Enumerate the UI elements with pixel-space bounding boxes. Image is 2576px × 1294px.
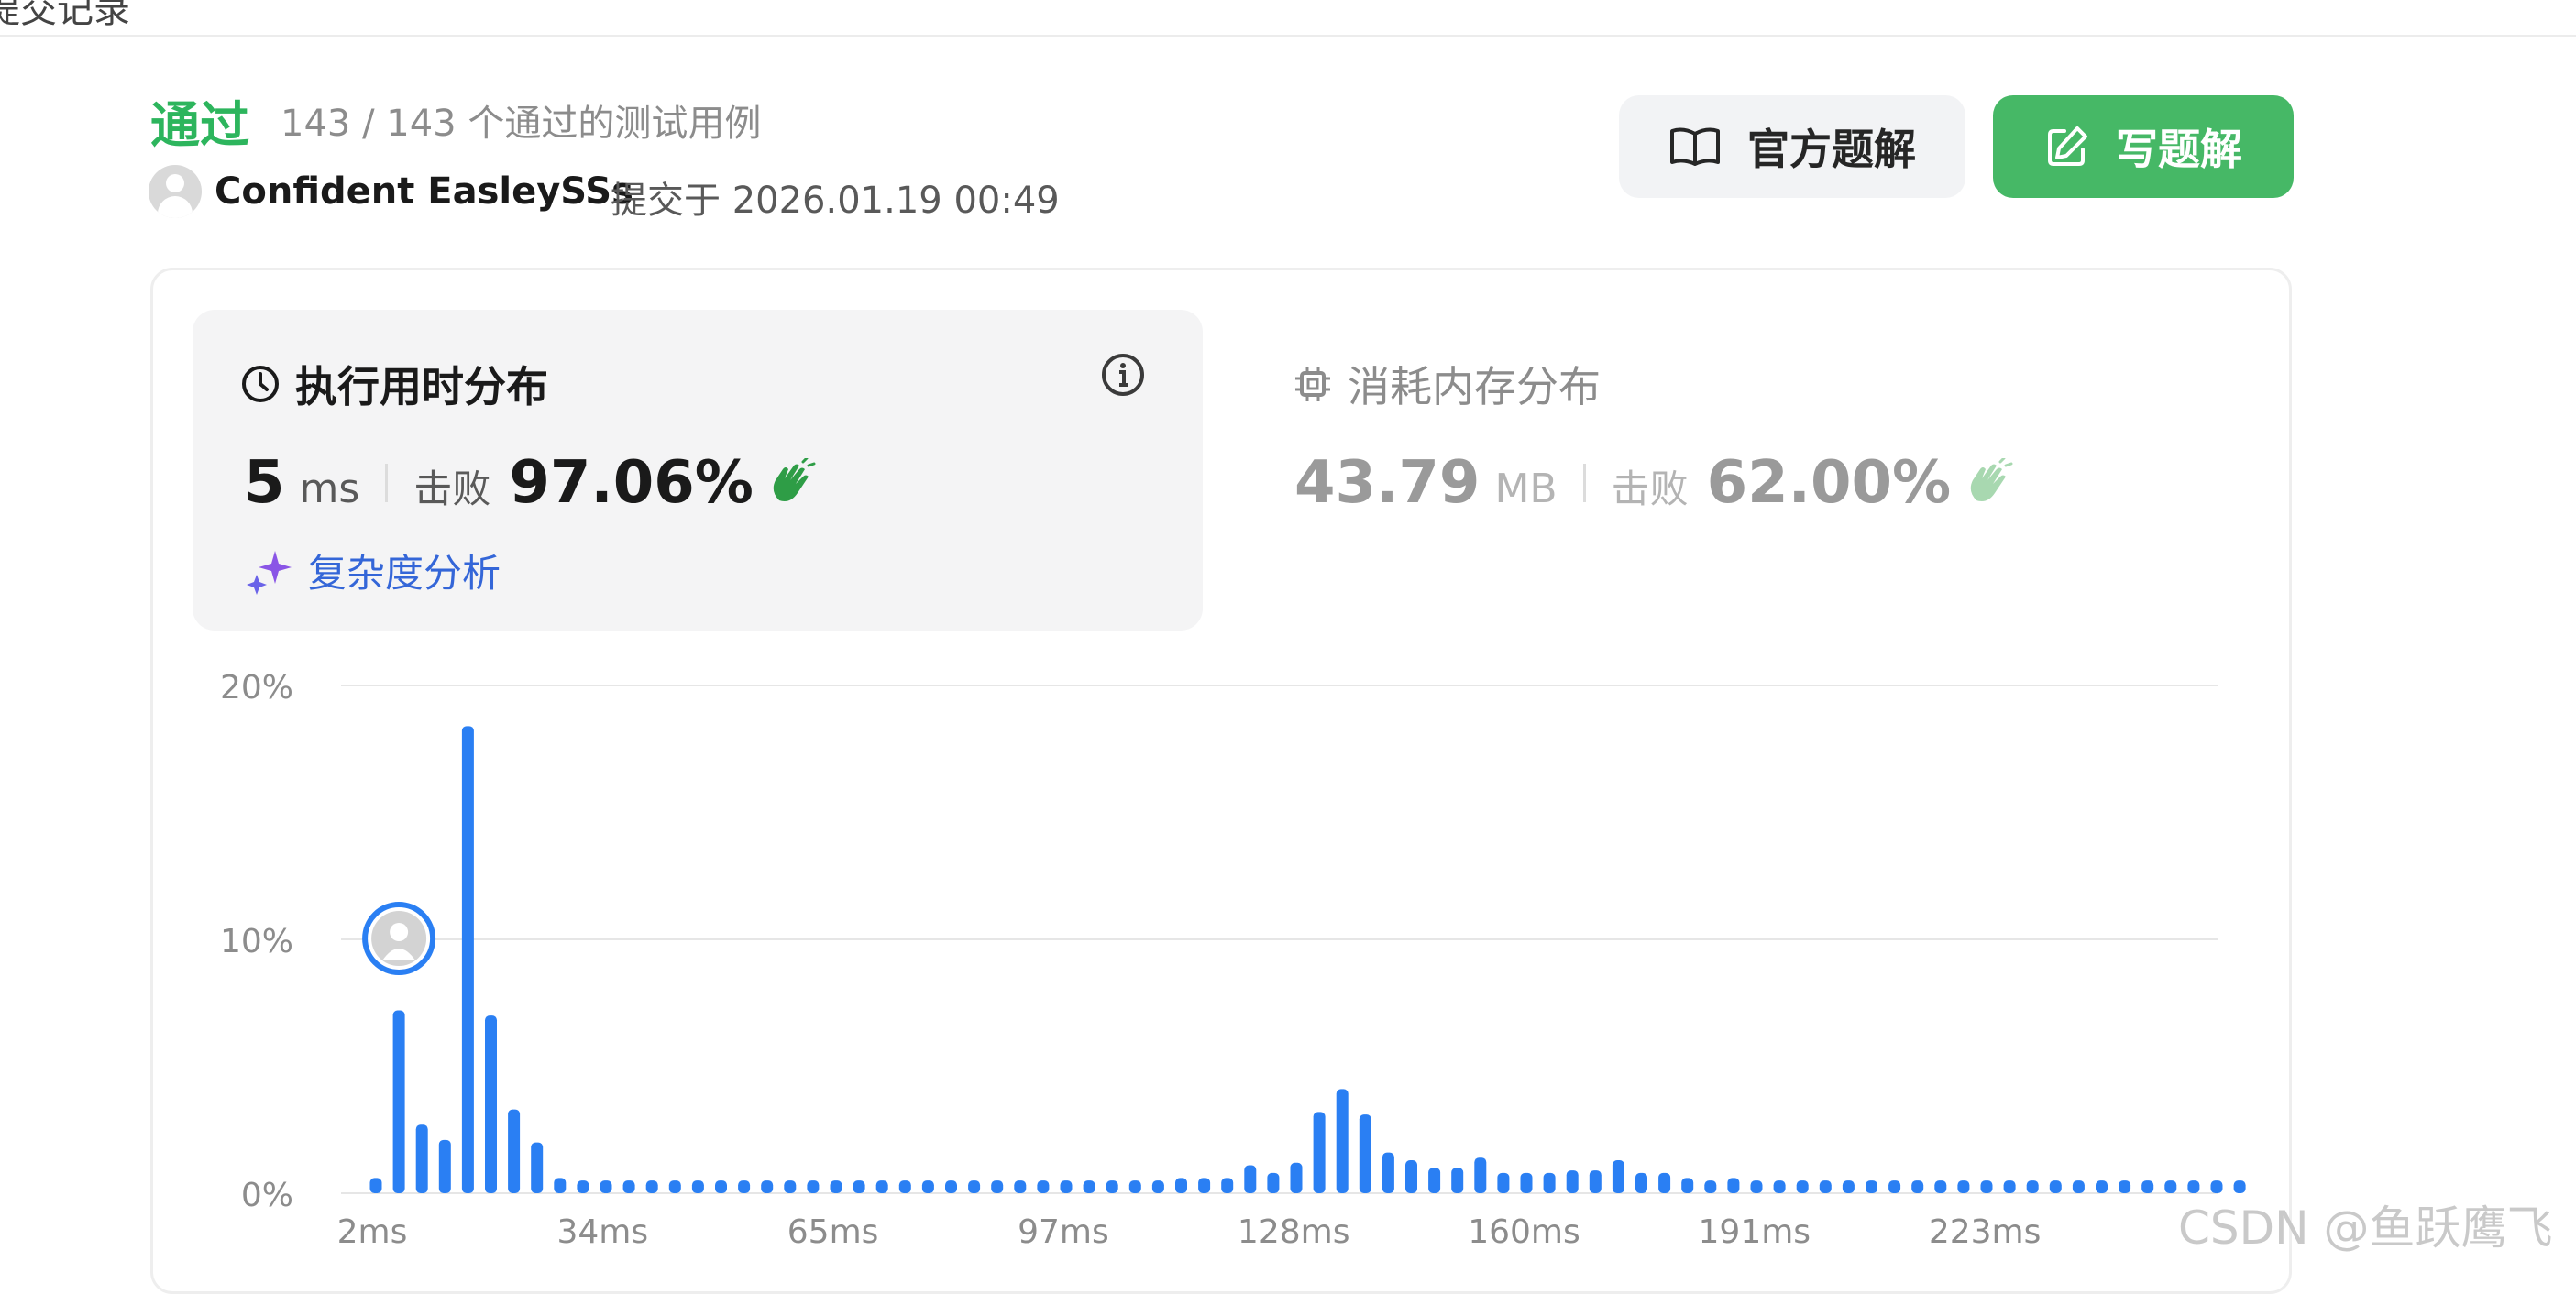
x-tick-label: 97ms: [1018, 1213, 1109, 1251]
y-tick-label: 10%: [220, 923, 293, 960]
chart-bar[interactable]: [1151, 1180, 1164, 1193]
chart-bar[interactable]: [1819, 1180, 1832, 1193]
x-tick-label: 128ms: [1238, 1213, 1350, 1251]
chart-bar[interactable]: [2026, 1180, 2039, 1193]
chart-bar[interactable]: [2141, 1180, 2154, 1193]
chart-bar[interactable]: [2164, 1180, 2177, 1193]
chart-bar[interactable]: [531, 1142, 544, 1193]
x-tick-label: 191ms: [1699, 1213, 1811, 1251]
chart-bar[interactable]: [1934, 1180, 1947, 1193]
chart-bar[interactable]: [968, 1180, 981, 1193]
x-tick-label: 34ms: [556, 1213, 648, 1251]
chart-bar[interactable]: [1957, 1180, 1970, 1193]
chart-bar[interactable]: [1244, 1165, 1257, 1193]
chart-bar[interactable]: [485, 1015, 497, 1193]
chart-bar[interactable]: [1336, 1089, 1349, 1193]
chart-bar[interactable]: [1866, 1180, 1877, 1193]
chart-bar[interactable]: [392, 1010, 405, 1193]
chart-bar[interactable]: [1221, 1178, 1234, 1193]
chart-bar[interactable]: [1106, 1180, 1118, 1193]
chart-bar[interactable]: [761, 1180, 774, 1193]
chart-bar[interactable]: [1497, 1172, 1510, 1193]
chart-bar[interactable]: [461, 726, 474, 1193]
chart-bar[interactable]: [415, 1124, 428, 1193]
chart-bar[interactable]: [1566, 1170, 1579, 1193]
chart-bar[interactable]: [1704, 1180, 1717, 1193]
chart-bar[interactable]: [1681, 1178, 1694, 1193]
chart-bar[interactable]: [691, 1180, 704, 1193]
chart-bar[interactable]: [2096, 1180, 2108, 1193]
x-tick-label: 160ms: [1468, 1213, 1580, 1251]
chart-bar[interactable]: [991, 1180, 1004, 1193]
runtime-distribution-chart[interactable]: 0% 10% 20% 2ms 34ms 65ms 97ms 128ms 160ms 191ms 22…: [0, 0, 2576, 1268]
chart-bar[interactable]: [554, 1178, 567, 1193]
chart-bar[interactable]: [1014, 1180, 1027, 1193]
chart-bar[interactable]: [1290, 1162, 1303, 1193]
chart-bar[interactable]: [784, 1180, 797, 1193]
chart-bar[interactable]: [577, 1180, 589, 1193]
chart-bar[interactable]: [1911, 1180, 1924, 1193]
chart-bar[interactable]: [2003, 1180, 2016, 1193]
chart-bar[interactable]: [622, 1180, 635, 1193]
chart-bar[interactable]: [2072, 1180, 2085, 1193]
chart-bar[interactable]: [738, 1180, 751, 1193]
chart-bar[interactable]: [1773, 1180, 1786, 1193]
chart-bar[interactable]: [1612, 1159, 1624, 1193]
chart-bar[interactable]: [2119, 1180, 2131, 1193]
chart-bar[interactable]: [1198, 1178, 1211, 1193]
chart-bar[interactable]: [1842, 1180, 1855, 1193]
x-tick-label: 223ms: [1929, 1213, 2042, 1251]
chart-bar[interactable]: [1451, 1168, 1464, 1193]
chart-bar[interactable]: [1589, 1170, 1602, 1193]
chart-bar[interactable]: [1474, 1157, 1487, 1193]
chart-bar[interactable]: [600, 1180, 612, 1193]
chart-bar[interactable]: [1128, 1180, 1141, 1193]
chart-bar[interactable]: [1359, 1114, 1371, 1193]
chart-bar[interactable]: [645, 1180, 658, 1193]
chart-bar[interactable]: [369, 1178, 382, 1193]
y-tick-label: 0%: [241, 1177, 293, 1214]
chart-bar[interactable]: [921, 1180, 934, 1193]
chart-bar[interactable]: [875, 1180, 888, 1193]
chart-bar[interactable]: [2049, 1180, 2062, 1193]
chart-bar[interactable]: [1428, 1168, 1441, 1193]
chart-bar[interactable]: [1037, 1180, 1050, 1193]
chart-bar[interactable]: [830, 1180, 842, 1193]
chart-bar[interactable]: [668, 1180, 681, 1193]
avatar-head: [390, 923, 409, 941]
chart-bar[interactable]: [1313, 1112, 1326, 1193]
chart-bar[interactable]: [1727, 1178, 1740, 1193]
chart-bar[interactable]: [945, 1180, 957, 1193]
chart-bar[interactable]: [1635, 1172, 1647, 1193]
chart-bar[interactable]: [1980, 1180, 1993, 1193]
watermark: CSDN @鱼跃鹰飞: [2178, 1201, 2553, 1255]
chart-bar[interactable]: [438, 1139, 451, 1193]
chart-bar[interactable]: [1520, 1172, 1533, 1193]
chart-bar[interactable]: [1888, 1180, 1901, 1193]
chart-bar[interactable]: [1750, 1180, 1763, 1193]
x-tick-label: 65ms: [787, 1213, 879, 1251]
chart-bar[interactable]: [1267, 1172, 1280, 1193]
chart-bar[interactable]: [1382, 1152, 1394, 1193]
chart-bar[interactable]: [1543, 1172, 1556, 1193]
chart-bar[interactable]: [1796, 1180, 1809, 1193]
chart-bar[interactable]: [1060, 1180, 1073, 1193]
x-tick-label: 2ms: [337, 1213, 408, 1251]
chart-bar[interactable]: [1405, 1159, 1417, 1193]
chart-bar[interactable]: [1175, 1178, 1187, 1193]
chart-bar[interactable]: [715, 1180, 727, 1193]
y-tick-label: 20%: [220, 669, 293, 707]
chart-bar[interactable]: [898, 1180, 911, 1193]
chart-bar[interactable]: [1083, 1180, 1095, 1193]
chart-bar[interactable]: [853, 1180, 865, 1193]
chart-bar[interactable]: [807, 1180, 820, 1193]
chart-bar[interactable]: [1658, 1172, 1671, 1193]
chart-bar[interactable]: [508, 1109, 521, 1193]
